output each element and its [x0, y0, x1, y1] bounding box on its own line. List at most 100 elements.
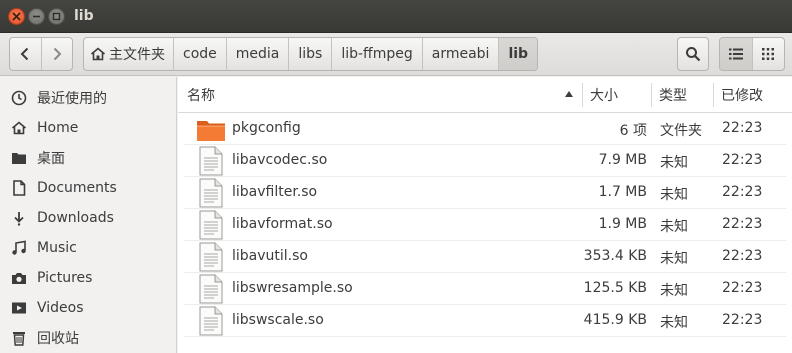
- text-file-icon: [196, 274, 226, 304]
- file-row[interactable]: libswresample.so 125.5 KB 未知 22:23: [178, 273, 792, 305]
- column-label: 类型: [659, 87, 687, 104]
- video-icon: [10, 299, 28, 317]
- title-bar: lib: [0, 0, 792, 33]
- list-view-button[interactable]: [720, 38, 752, 70]
- music-icon: [10, 239, 28, 257]
- sidebar-item-documents[interactable]: Documents: [0, 173, 176, 203]
- file-size: 7.9 MB: [598, 152, 647, 168]
- list-view-icon: [728, 48, 743, 60]
- sidebar: 最近使用的 Home 桌面 Documents Downloads Music …: [0, 77, 177, 353]
- search-icon: [686, 47, 701, 62]
- sidebar-item-label: Pictures: [37, 270, 93, 286]
- column-type-header[interactable]: 类型: [659, 77, 713, 112]
- breadcrumb-label: media: [235, 46, 280, 62]
- column-header: 名称 大小 类型 已修改: [178, 77, 792, 113]
- file-row[interactable]: pkgconfig 6 项 文件夹 22:23: [178, 113, 792, 145]
- sidebar-item-label: Downloads: [37, 210, 114, 226]
- file-row[interactable]: libswscale.so 415.9 KB 未知 22:23: [178, 305, 792, 337]
- file-type: 未知: [660, 315, 688, 331]
- file-size: 415.9 KB: [583, 312, 647, 328]
- column-size-header[interactable]: 大小: [590, 77, 650, 112]
- breadcrumb-label: 主文件夹: [109, 47, 165, 63]
- minimize-window-button[interactable]: [28, 8, 45, 25]
- text-file-icon: [196, 242, 226, 272]
- breadcrumb-lib[interactable]: lib: [499, 38, 538, 70]
- column-label: 名称: [187, 87, 215, 104]
- file-name: libswscale.so: [232, 312, 324, 328]
- breadcrumb-media[interactable]: media: [227, 38, 290, 70]
- home-icon: [10, 119, 28, 137]
- column-divider: [713, 83, 714, 107]
- file-row[interactable]: libavutil.so 353.4 KB 未知 22:23: [178, 241, 792, 273]
- forward-button[interactable]: [40, 38, 73, 70]
- grid-view-button[interactable]: [751, 38, 785, 70]
- file-row[interactable]: libavformat.so 1.9 MB 未知 22:23: [178, 209, 792, 241]
- file-modified: 22:23: [722, 312, 763, 328]
- grid-view-icon: [762, 48, 775, 60]
- sidebar-item-home[interactable]: Home: [0, 113, 176, 143]
- breadcrumb: 主文件夹 code media libs lib-ffmpeg armeabi …: [83, 37, 539, 71]
- breadcrumb-label: code: [183, 46, 217, 62]
- sidebar-item-downloads[interactable]: Downloads: [0, 203, 176, 233]
- breadcrumb-lib-ffmpeg[interactable]: lib-ffmpeg: [332, 38, 423, 70]
- sidebar-item-trash[interactable]: 回收站: [0, 323, 176, 353]
- column-divider: [582, 83, 583, 107]
- breadcrumb-home[interactable]: 主文件夹: [84, 38, 174, 70]
- search-button[interactable]: [677, 37, 709, 71]
- window-title: lib: [74, 8, 94, 24]
- sort-ascending-icon: [565, 91, 573, 97]
- close-icon: [12, 12, 21, 21]
- column-label: 大小: [590, 87, 618, 104]
- maximize-window-button[interactable]: [48, 8, 65, 25]
- maximize-icon: [52, 12, 61, 21]
- sidebar-item-videos[interactable]: Videos: [0, 293, 176, 323]
- file-name: libavutil.so: [232, 248, 308, 264]
- file-modified: 22:23: [722, 184, 763, 200]
- chevron-left-icon: [20, 47, 29, 61]
- file-name: libavfilter.so: [232, 184, 318, 200]
- sidebar-item-pictures[interactable]: Pictures: [0, 263, 176, 293]
- chevron-right-icon: [53, 47, 62, 61]
- file-size: 125.5 KB: [583, 280, 647, 296]
- sidebar-item-label: Documents: [37, 180, 117, 196]
- file-modified: 22:23: [722, 280, 763, 296]
- sidebar-item-label: Music: [37, 240, 77, 256]
- breadcrumb-libs[interactable]: libs: [289, 38, 333, 70]
- sidebar-item-label: 最近使用的: [37, 91, 107, 107]
- file-type: 文件夹: [660, 123, 702, 139]
- file-type: 未知: [660, 187, 688, 203]
- sidebar-item-desktop[interactable]: 桌面: [0, 143, 176, 173]
- column-label: 已修改: [721, 87, 763, 104]
- file-type: 未知: [660, 219, 688, 235]
- file-type: 未知: [660, 283, 688, 299]
- folder-icon: [196, 114, 226, 144]
- minimize-icon: [33, 15, 40, 18]
- document-icon: [10, 179, 28, 197]
- close-window-button[interactable]: [8, 8, 25, 25]
- file-type: 未知: [660, 251, 688, 267]
- sidebar-item-recent[interactable]: 最近使用的: [0, 83, 176, 113]
- home-icon: [90, 47, 106, 61]
- sidebar-item-music[interactable]: Music: [0, 233, 176, 263]
- breadcrumb-label: lib-ffmpeg: [341, 46, 413, 62]
- row-divider: [184, 336, 786, 337]
- clock-icon: [10, 89, 28, 107]
- column-name-header[interactable]: 名称: [187, 77, 581, 112]
- toolbar: 主文件夹 code media libs lib-ffmpeg armeabi …: [0, 33, 792, 76]
- text-file-icon: [196, 210, 226, 240]
- back-button[interactable]: [10, 38, 41, 70]
- file-row[interactable]: libavfilter.so 1.7 MB 未知 22:23: [178, 177, 792, 209]
- file-row[interactable]: libavcodec.so 7.9 MB 未知 22:23: [178, 145, 792, 177]
- file-modified: 22:23: [722, 152, 763, 168]
- navigation-buttons: [9, 37, 73, 71]
- download-icon: [10, 209, 28, 227]
- breadcrumb-armeabi[interactable]: armeabi: [423, 38, 500, 70]
- column-modified-header[interactable]: 已修改: [721, 77, 789, 112]
- view-mode-buttons: [719, 37, 785, 71]
- camera-icon: [10, 269, 28, 287]
- breadcrumb-code[interactable]: code: [174, 38, 227, 70]
- sidebar-item-label: Videos: [37, 300, 84, 316]
- breadcrumb-label: libs: [298, 46, 323, 62]
- file-name: libavformat.so: [232, 216, 333, 232]
- breadcrumb-label: armeabi: [431, 46, 490, 62]
